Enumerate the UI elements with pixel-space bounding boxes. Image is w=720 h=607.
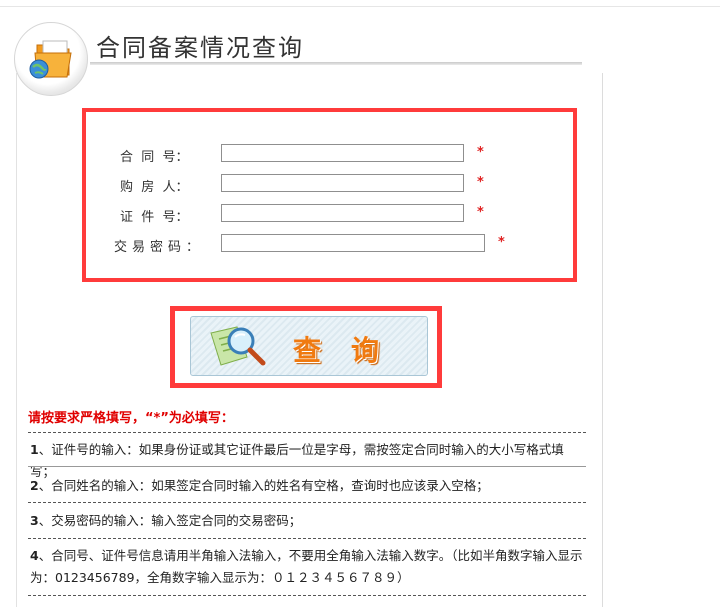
contract-number-label: 合 同 号： (120, 150, 189, 165)
required-mark: * (477, 205, 484, 220)
page-title: 合同备案情况查询 (96, 34, 304, 62)
top-divider (0, 6, 720, 7)
instruction-item: 3、交易密码的输入：输入签定合同的交易密码； (30, 513, 302, 528)
divider (28, 432, 586, 433)
instruction-item: 2、合同姓名的输入：如果签定合同时输入的姓名有空格，查询时也应该录入空格； (30, 478, 489, 493)
id-number-label: 证 件 号： (120, 210, 189, 225)
buyer-label: 购 房 人： (120, 180, 189, 195)
content-right-border (602, 73, 603, 607)
instruction-item: 4、合同号、证件号信息请用半角输入法输入，不要用全角输入法输入数字。（比如半角数… (30, 548, 583, 585)
divider (28, 502, 586, 503)
magnifier-document-icon (210, 326, 266, 366)
required-mark: * (498, 235, 505, 250)
trade-password-label: 交易密码： (114, 240, 205, 255)
content-left-border (16, 73, 17, 607)
divider (28, 466, 586, 467)
contract-number-input[interactable] (221, 144, 464, 162)
id-number-input[interactable] (221, 204, 464, 222)
required-mark: * (477, 145, 484, 160)
query-button-label: 查询 (293, 334, 410, 367)
divider (28, 538, 586, 539)
title-underline (90, 62, 582, 65)
buyer-input[interactable] (221, 174, 464, 192)
trade-password-input[interactable] (221, 234, 485, 252)
divider (28, 595, 586, 596)
required-mark: * (477, 175, 484, 190)
query-button[interactable]: 查询 (190, 316, 428, 376)
query-form: 合 同 号： * 购 房 人： * 证 件 号： * 交易密码： * (82, 108, 577, 282)
folder-globe-icon (14, 22, 88, 96)
instructions-heading: 请按要求严格填写，“*”为必填写： (28, 411, 234, 426)
